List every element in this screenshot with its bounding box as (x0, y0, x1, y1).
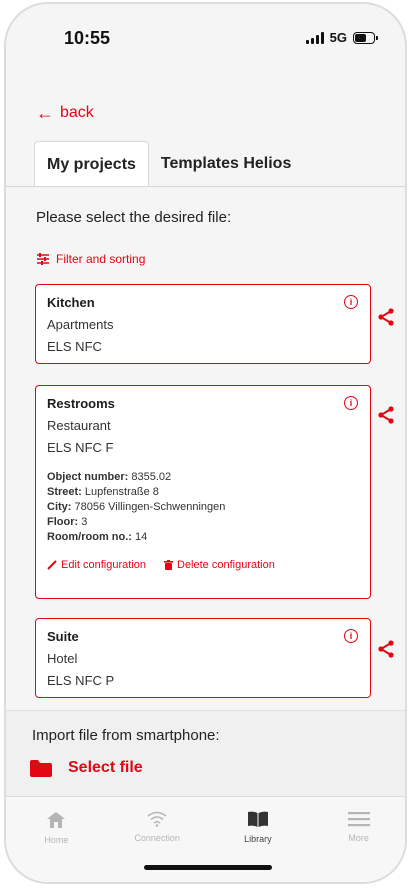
share-icon[interactable] (378, 308, 394, 326)
network-type: 5G (329, 30, 347, 45)
nav-home[interactable]: Home (6, 797, 107, 882)
menu-icon (347, 812, 370, 827)
sliders-icon (37, 253, 49, 265)
nav-label: Library (244, 834, 272, 844)
nav-library[interactable]: Library (208, 797, 309, 882)
card-title: Kitchen (47, 295, 95, 310)
back-label: back (60, 104, 94, 121)
select-file-label: Select file (68, 759, 143, 776)
book-icon (247, 811, 268, 827)
detail-room: Room/room no.: 14 (47, 531, 148, 543)
card-type: ELS NFC P (47, 673, 115, 688)
detail-city: City: 78056 Villingen-Schwenningen (47, 501, 226, 513)
tab-templates-helios[interactable]: Templates Helios (149, 141, 303, 187)
share-icon[interactable] (378, 640, 394, 658)
status-time: 10:55 (64, 28, 111, 48)
import-section: Import file from smartphone: Select file (6, 710, 405, 798)
detail-floor: Floor: 3 (47, 516, 88, 528)
share-icon[interactable] (378, 406, 394, 424)
detail-object-number: Object number: 8355.02 (47, 471, 172, 483)
edit-configuration-button[interactable]: Edit configuration (47, 559, 146, 571)
file-card-kitchen[interactable]: Kitchen Apartments ELS NFC i (35, 284, 371, 364)
arrow-left-icon: ← (36, 103, 54, 123)
file-card-restrooms[interactable]: Restrooms Restaurant ELS NFC F i Object … (35, 385, 371, 599)
phone-frame: 10:55 5G ← back My projects Templates He… (4, 2, 407, 884)
select-file-button[interactable]: Select file (30, 759, 143, 777)
tab-bar: My projects Templates Helios (34, 141, 303, 187)
card-title: Restrooms (47, 396, 115, 411)
filter-sorting-link[interactable]: Filter and sorting (36, 252, 145, 266)
tab-my-projects[interactable]: My projects (34, 141, 149, 187)
delete-label: Delete configuration (177, 559, 275, 571)
info-icon[interactable]: i (344, 629, 358, 643)
edit-label: Edit configuration (61, 559, 146, 571)
wifi-icon (147, 811, 167, 827)
card-subtitle: Apartments (47, 317, 114, 332)
nav-label: More (348, 833, 369, 843)
card-title: Suite (47, 629, 79, 644)
folder-icon (30, 759, 52, 777)
card-actions: Edit configuration Delete configuration (47, 559, 360, 571)
card-subtitle: Restaurant (47, 418, 111, 433)
file-card-suite[interactable]: Suite Hotel ELS NFC P i (35, 618, 371, 698)
select-file-prompt: Please select the desired file: (36, 209, 232, 226)
delete-configuration-button[interactable]: Delete configuration (164, 559, 275, 571)
info-icon[interactable]: i (344, 396, 358, 410)
card-type: ELS NFC F (47, 440, 114, 455)
import-label: Import file from smartphone: (32, 727, 220, 744)
nav-connection[interactable]: Connection (107, 797, 208, 882)
info-icon[interactable]: i (344, 295, 358, 309)
tab-divider (6, 186, 405, 187)
filter-label: Filter and sorting (56, 252, 146, 266)
nav-more[interactable]: More (308, 797, 405, 882)
detail-street: Street: Lupfenstraße 8 (47, 486, 159, 498)
home-indicator[interactable] (144, 865, 272, 870)
signal-icon (305, 31, 324, 44)
nav-label: Connection (134, 833, 180, 843)
bottom-nav: Home Connection Library More (6, 796, 405, 882)
status-indicators: 5G (305, 30, 378, 45)
card-type: ELS NFC (47, 339, 102, 354)
trash-icon (164, 560, 173, 570)
battery-icon (353, 31, 378, 44)
card-details: Object number: 8355.02 Street: Lupfenstr… (47, 470, 360, 545)
home-icon (47, 812, 66, 828)
card-subtitle: Hotel (47, 651, 78, 666)
back-button[interactable]: ← back (36, 104, 94, 122)
nav-label: Home (44, 835, 69, 845)
pencil-icon (47, 560, 57, 570)
